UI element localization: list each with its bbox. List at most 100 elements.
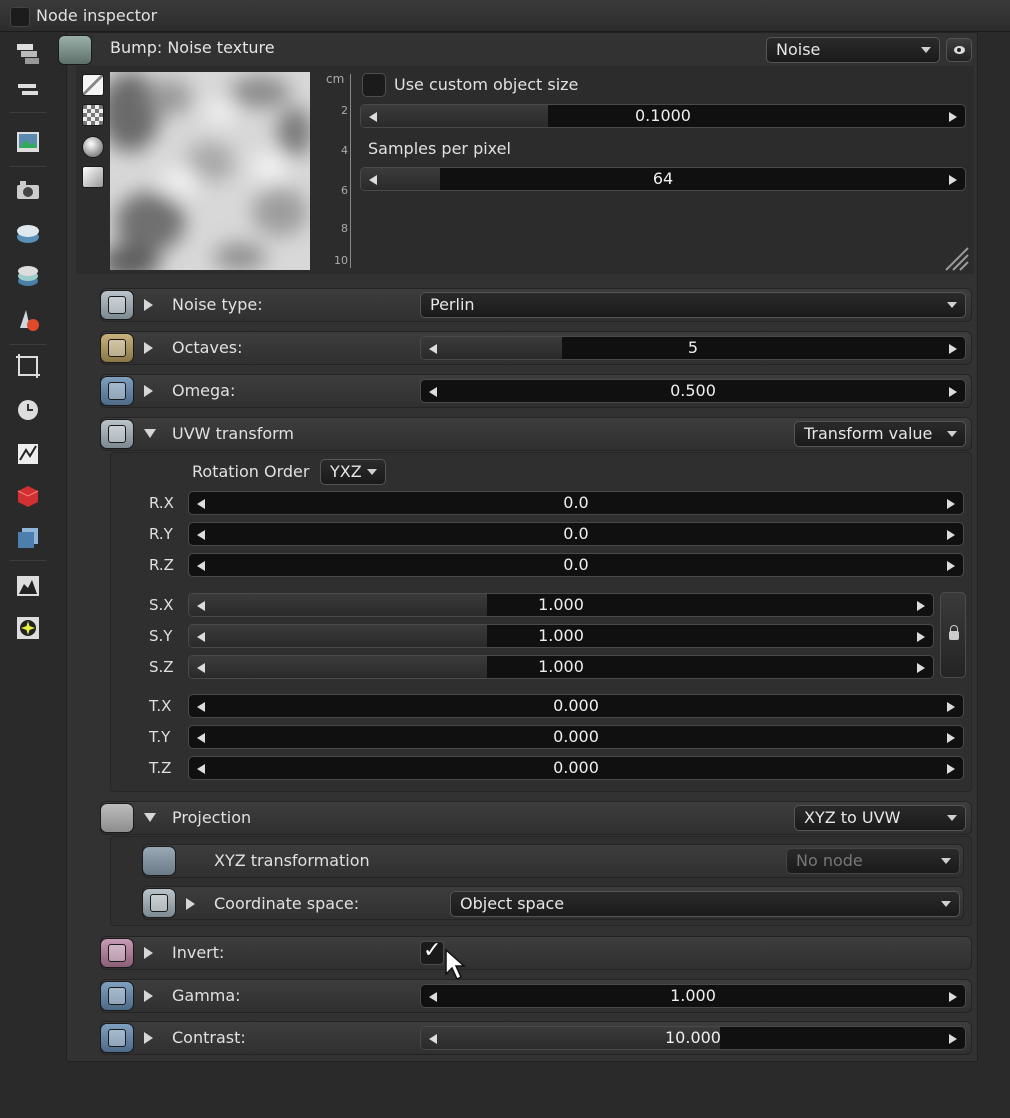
invert-label: Invert: (172, 943, 225, 962)
rx-value: 0.0 (563, 493, 589, 512)
ruler-unit: cm (326, 72, 345, 86)
octaves-label: Octaves: (172, 338, 243, 357)
resize-grip-icon[interactable] (942, 244, 970, 272)
blue-box-icon[interactable] (14, 524, 42, 552)
sz-label: S.Z (149, 658, 174, 676)
light-icon[interactable] (14, 614, 42, 642)
render-target-icon[interactable] (14, 262, 42, 290)
crop-icon[interactable] (14, 352, 42, 380)
sphere-preview-icon[interactable] (82, 136, 104, 158)
coord-space-select[interactable]: Object space (450, 891, 960, 917)
tool-strip (0, 32, 58, 1118)
ruler-tick: 8 (341, 222, 348, 235)
samples-slider[interactable]: 64 (360, 167, 966, 191)
histogram-icon[interactable] (14, 572, 42, 600)
uvw-transform-label: UVW transform (172, 424, 294, 443)
environment-icon[interactable] (14, 220, 42, 248)
checker-preview-icon[interactable] (82, 104, 104, 126)
rotation-order-label: Rotation Order (192, 462, 310, 481)
noise-type-label: Noise type: (172, 295, 263, 314)
sx-slider[interactable]: 1.000 (188, 593, 934, 617)
node-pin-xyz[interactable] (142, 846, 176, 876)
ruler-tick: 10 (334, 254, 348, 267)
title-bar: Node inspector (0, 0, 1010, 32)
expand-arrow-icon[interactable] (186, 898, 195, 910)
ty-value: 0.000 (553, 727, 599, 746)
ruler-tick: 4 (341, 144, 348, 157)
rz-slider[interactable]: 0.0 (188, 553, 964, 577)
flat-preview-icon[interactable] (82, 74, 104, 96)
tx-slider[interactable]: 0.000 (188, 694, 964, 718)
expand-arrow-icon[interactable] (144, 385, 153, 397)
checkmark-icon: ✓ (423, 938, 442, 963)
custom-size-checkbox[interactable] (362, 73, 386, 97)
uvw-mode-select[interactable]: Transform value (794, 421, 966, 447)
samples-label: Samples per pixel (368, 139, 511, 158)
collapse-arrow-icon[interactable] (144, 813, 156, 822)
ty-slider[interactable]: 0.000 (188, 725, 964, 749)
red-cube-icon[interactable] (14, 482, 42, 510)
object-size-slider[interactable]: 0.1000 (360, 104, 966, 128)
contrast-slider[interactable]: 10.000 (420, 1026, 966, 1050)
tz-label: T.Z (149, 759, 172, 777)
xyz-transform-select[interactable]: No node (786, 848, 960, 874)
octaves-slider[interactable]: 5 (420, 336, 966, 360)
window-checkbox[interactable] (10, 7, 30, 27)
rx-label: R.X (149, 494, 174, 512)
noise-type-select[interactable]: Perlin (420, 292, 966, 318)
visibility-button[interactable] (946, 38, 972, 62)
node-pin-projection[interactable] (100, 803, 134, 833)
expand-arrow-icon[interactable] (144, 1032, 153, 1044)
expand-arrow-icon[interactable] (144, 342, 153, 354)
node-pin-float[interactable] (100, 1023, 134, 1053)
gamma-slider[interactable]: 1.000 (420, 984, 966, 1008)
contrast-label: Contrast: (172, 1028, 246, 1047)
coord-space-label: Coordinate space: (214, 894, 360, 913)
rx-slider[interactable]: 0.0 (188, 491, 964, 515)
node-pin-float[interactable] (100, 376, 134, 406)
node-pin-transform[interactable] (100, 419, 134, 449)
gamma-label: Gamma: (172, 986, 241, 1005)
texture-node-icon[interactable] (14, 440, 42, 468)
sy-slider[interactable]: 1.000 (188, 624, 934, 648)
omega-value: 0.500 (670, 381, 716, 400)
lock-icon (949, 625, 959, 640)
tz-slider[interactable]: 0.000 (188, 756, 964, 780)
omega-slider[interactable]: 0.500 (420, 379, 966, 403)
preview-ruler: cm 2 4 6 8 10 (318, 72, 354, 270)
clock-icon[interactable] (14, 396, 42, 424)
noise-preview-image (110, 72, 310, 270)
sz-slider[interactable]: 1.000 (188, 655, 934, 679)
node-pin-enum[interactable] (100, 290, 134, 320)
ry-slider[interactable]: 0.0 (188, 522, 964, 546)
image-icon[interactable] (14, 128, 42, 156)
list-icon[interactable] (14, 76, 42, 104)
material-icon[interactable] (14, 306, 42, 334)
rz-label: R.Z (149, 556, 174, 574)
texture-node-icon (58, 35, 92, 65)
scale-lock-button[interactable] (940, 592, 966, 678)
invert-checkbox[interactable]: ✓ (420, 938, 444, 965)
layers-icon[interactable] (14, 40, 42, 68)
ry-label: R.Y (149, 525, 173, 543)
expand-arrow-icon[interactable] (144, 299, 153, 311)
node-pin-float[interactable] (100, 981, 134, 1011)
invert-row (100, 936, 972, 970)
sz-value: 1.000 (538, 657, 584, 676)
collapse-arrow-icon[interactable] (144, 429, 156, 438)
node-type-select[interactable]: Noise (766, 37, 940, 63)
expand-arrow-icon[interactable] (144, 947, 153, 959)
sy-value: 1.000 (538, 626, 584, 645)
ruler-tick: 2 (341, 104, 348, 117)
camera-icon[interactable] (14, 176, 42, 204)
node-pin-coord-space[interactable] (142, 888, 176, 918)
node-title: Bump: Noise texture (110, 38, 275, 57)
node-pin-bool[interactable] (100, 938, 134, 968)
xyz-transform-label: XYZ transformation (214, 851, 370, 870)
sx-label: S.X (149, 596, 174, 614)
rotation-order-select[interactable]: YXZ (320, 459, 386, 485)
node-pin-int[interactable] (100, 333, 134, 363)
plane-preview-icon[interactable] (82, 166, 104, 188)
projection-mode-select[interactable]: XYZ to UVW (794, 805, 966, 831)
expand-arrow-icon[interactable] (144, 990, 153, 1002)
